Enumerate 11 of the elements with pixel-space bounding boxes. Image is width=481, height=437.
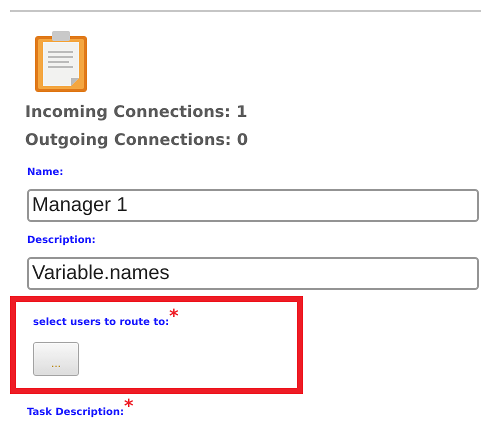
required-mark: * [169, 310, 179, 324]
field-label: select users to route to: [33, 317, 170, 330]
clipboard-icon [33, 30, 89, 94]
connection-count: Incoming Connections: 1 [25, 101, 248, 123]
field-label: Name: [27, 166, 64, 180]
text-field[interactable]: Manager 1 [27, 189, 479, 222]
field-label: Description: [27, 234, 96, 248]
field-label: Task Description: [27, 407, 124, 420]
required-mark: * [124, 400, 134, 414]
text-field[interactable]: Variable.names [27, 257, 479, 290]
connection-count: Outgoing Connections: 0 [25, 129, 249, 151]
